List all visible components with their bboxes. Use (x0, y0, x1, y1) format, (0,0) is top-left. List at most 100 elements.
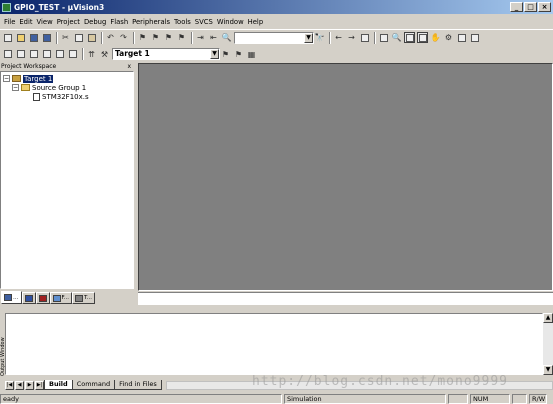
menu-project[interactable]: Project (55, 18, 82, 26)
tab-build[interactable]: Build (44, 380, 73, 390)
indent-icon[interactable]: ⇥ (195, 32, 206, 43)
tab-functions[interactable]: F... (49, 292, 73, 304)
debug-session-icon[interactable]: 🔍 (391, 32, 402, 43)
tools-icon[interactable] (456, 32, 467, 43)
open-file-icon[interactable] (15, 32, 26, 43)
save-all-icon[interactable] (41, 32, 52, 43)
tree-item-target[interactable]: − Target 1 (3, 74, 54, 83)
output-vertical-scrollbar[interactable]: ▲ ▼ (543, 313, 553, 375)
options-icon[interactable] (469, 32, 480, 43)
new-file-icon[interactable] (2, 32, 13, 43)
forward-icon[interactable]: → (346, 32, 357, 43)
target-select[interactable]: Target 1 ▼ (112, 48, 220, 60)
status-message: eady (0, 393, 282, 404)
rebuild-icon[interactable] (28, 49, 39, 60)
status-bar: eady Simulation NUM R/W (0, 393, 553, 404)
menu-svcs[interactable]: SVCS (193, 18, 215, 26)
tab-templates[interactable]: T... (72, 292, 95, 304)
menu-bar: File Edit View Project Debug Flash Perip… (0, 15, 553, 28)
menu-debug[interactable]: Debug (82, 18, 108, 26)
collapse-icon[interactable]: − (3, 75, 10, 82)
minimize-button[interactable]: _ (510, 2, 523, 12)
editor-tab-strip (138, 292, 553, 305)
menu-tools[interactable]: Tools (172, 18, 193, 26)
tab-regs[interactable] (21, 292, 36, 304)
config-icon[interactable]: ⚙ (443, 32, 454, 43)
scroll-down-icon[interactable]: ▼ (543, 365, 553, 375)
tree-label-group: Source Group 1 (32, 83, 87, 92)
redo-icon[interactable]: ↷ (118, 32, 129, 43)
browse-icon[interactable] (359, 32, 370, 43)
status-num: NUM (470, 393, 510, 404)
menu-edit[interactable]: Edit (17, 18, 34, 26)
app-icon (2, 2, 11, 12)
bookmark-next-icon[interactable]: ⚑ (163, 32, 174, 43)
translate-icon[interactable] (2, 49, 13, 60)
cut-icon[interactable]: ✂ (60, 32, 71, 43)
output-window[interactable] (5, 313, 543, 375)
target-icon (12, 75, 21, 82)
status-cap (448, 393, 468, 404)
menu-peripherals[interactable]: Peripherals (130, 18, 172, 26)
file-toolbar: ✂ ↶ ↷ ⚑ ⚑ ⚑ ⚑ ⇥ ⇤ 🔍 ▼ 🔭 ← → 🔍 ✋ ⚙ (0, 29, 553, 45)
tree-item-group[interactable]: − Source Group 1 (12, 83, 86, 92)
target-options-icon[interactable]: ⚒ (99, 49, 110, 60)
menu-view[interactable]: View (35, 18, 55, 26)
back-icon[interactable]: ← (333, 32, 344, 43)
manage-icon[interactable]: ▦ (246, 49, 257, 60)
undo-icon[interactable]: ↶ (105, 32, 116, 43)
file-extensions-icon[interactable]: ⚑ (233, 49, 244, 60)
maximize-button[interactable]: □ (524, 2, 537, 12)
bookmark-clear-icon[interactable]: ⚑ (176, 32, 187, 43)
tab-find-in-files[interactable]: Find in Files (114, 380, 162, 390)
status-mode: Simulation (284, 393, 446, 404)
paste-icon[interactable] (86, 32, 97, 43)
print-icon[interactable] (378, 32, 389, 43)
find-combo[interactable]: ▼ (234, 31, 314, 44)
tab-files[interactable]: … (1, 291, 22, 304)
tree-label-file: STM32F10x.s (42, 92, 89, 101)
find-icon[interactable]: 🔭 (314, 32, 325, 43)
window-mode-icon[interactable] (404, 32, 415, 43)
next-tab-icon[interactable]: ▶ (25, 380, 34, 390)
build-toolbar: ⇈ ⚒ Target 1 ▼ ⚑ ⚑ ▦ (0, 46, 553, 62)
save-icon[interactable] (28, 32, 39, 43)
status-rw: R/W (529, 393, 547, 404)
project-tree[interactable]: − Target 1 − Source Group 1 STM32F10x.s (0, 71, 134, 289)
editor-area[interactable] (138, 63, 553, 291)
tab-command[interactable]: Command (71, 380, 116, 390)
download-icon[interactable] (67, 49, 78, 60)
close-button[interactable]: × (538, 2, 551, 12)
window-title: GPIO_TEST - µVision3 (14, 2, 105, 12)
batch-build-icon[interactable] (41, 49, 52, 60)
components-icon[interactable]: ⚑ (220, 49, 231, 60)
menu-file[interactable]: File (2, 18, 17, 26)
target-select-value: Target 1 (115, 49, 150, 58)
tree-item-file[interactable]: STM32F10x.s (33, 92, 89, 101)
bookmark-icon[interactable]: ⚑ (137, 32, 148, 43)
build-icon[interactable] (15, 49, 26, 60)
menu-help[interactable]: Help (246, 18, 266, 26)
scroll-up-icon[interactable]: ▲ (543, 313, 553, 323)
folder-icon (21, 84, 30, 91)
first-tab-icon[interactable]: |◀ (5, 380, 14, 390)
menu-flash[interactable]: Flash (108, 18, 130, 26)
chevron-down-icon[interactable]: ▼ (210, 49, 219, 59)
window-mode2-icon[interactable] (417, 32, 428, 43)
copy-icon[interactable] (73, 32, 84, 43)
menu-window[interactable]: Window (215, 18, 246, 26)
workspace-close-icon[interactable]: x (127, 63, 131, 71)
prev-tab-icon[interactable]: ◀ (15, 380, 24, 390)
stop-build-icon[interactable] (54, 49, 65, 60)
status-scrl (512, 393, 527, 404)
title-bar: GPIO_TEST - µVision3 _ □ × (0, 0, 553, 14)
unindent-icon[interactable]: ⇤ (208, 32, 219, 43)
load-icon[interactable]: ⇈ (86, 49, 97, 60)
last-tab-icon[interactable]: ▶| (35, 380, 44, 390)
tab-books[interactable] (35, 292, 50, 304)
find-in-files-icon[interactable]: 🔍 (221, 32, 232, 43)
collapse-icon[interactable]: − (12, 84, 19, 91)
workspace-title: Project Workspace x (1, 63, 131, 71)
breakpoint-icon[interactable]: ✋ (430, 32, 441, 43)
bookmark-prev-icon[interactable]: ⚑ (150, 32, 161, 43)
